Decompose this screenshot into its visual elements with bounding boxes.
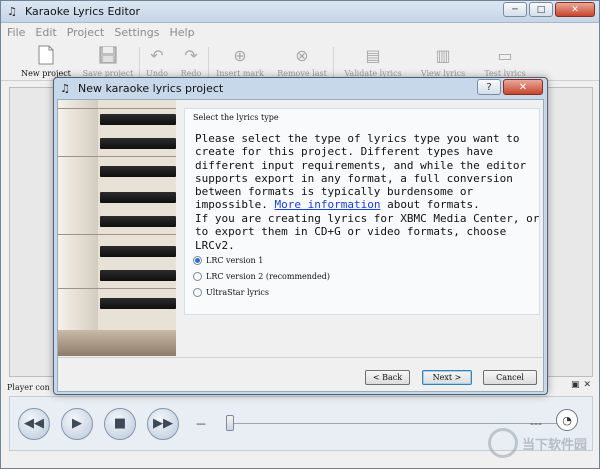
seek-track[interactable]	[226, 423, 566, 424]
rewind-button[interactable]: ◀◀	[18, 407, 50, 440]
menu-file[interactable]: File	[7, 26, 25, 39]
dialog-controls: ? ✕	[477, 79, 543, 95]
option-lrc-v1[interactable]: LRC version 1	[193, 256, 263, 265]
radio-ultrastar[interactable]	[193, 288, 202, 297]
dialog-footer: < Back Next > Cancel	[58, 357, 543, 391]
panel-restore-button[interactable]: ▣	[571, 380, 580, 390]
menubar: File Edit Project Settings Help	[1, 23, 599, 41]
back-button[interactable]: < Back	[365, 370, 410, 385]
close-button[interactable]: ✕	[555, 2, 595, 17]
help-button[interactable]: ?	[477, 79, 501, 95]
music-note-icon: ♫	[7, 5, 17, 18]
dialog-title: New karaoke lyrics project	[78, 81, 224, 95]
stop-icon: ■	[113, 416, 127, 431]
watermark: 当下软件园	[487, 428, 587, 458]
dialog-titlebar: ♫ New karaoke lyrics project ? ✕	[54, 78, 547, 98]
description-paragraph: Please select the type of lyrics type yo…	[195, 132, 540, 212]
seek-thumb[interactable]	[226, 415, 234, 431]
dialog-close-button[interactable]: ✕	[503, 79, 543, 95]
time-start: ---	[196, 417, 206, 430]
menu-settings[interactable]: Settings	[114, 26, 159, 39]
save-project-button[interactable]: Save project	[77, 41, 139, 80]
xbmc-hint-paragraph: If you are creating lyrics for XBMC Medi…	[195, 212, 540, 252]
redo-button[interactable]: ↷ Redo	[174, 41, 208, 80]
option-label: LRC version 2 (recommended)	[206, 272, 331, 281]
new-project-dialog: ♫ New karaoke lyrics project ? ✕ Select …	[53, 77, 548, 395]
menu-help[interactable]: Help	[170, 26, 195, 39]
window-title: Karaoke Lyrics Editor	[25, 5, 141, 18]
play-button[interactable]: ▶	[61, 407, 93, 440]
description-tail: about formats.	[380, 198, 480, 212]
option-ultrastar[interactable]: UltraStar lyrics	[193, 288, 269, 297]
undo-icon: ↶	[150, 45, 164, 65]
floppy-disk-icon	[97, 44, 119, 66]
next-button[interactable]: Next >	[422, 370, 472, 385]
group-title: Select the lyrics type	[193, 113, 279, 122]
play-icon: ▶	[72, 416, 82, 431]
radio-lrc-v1[interactable]	[193, 256, 202, 265]
insert-mark-button[interactable]: ⊕ Insert mark	[209, 41, 271, 80]
monitor-icon: ▭	[497, 45, 513, 65]
radio-lrc-v2[interactable]	[193, 272, 202, 281]
validate-lyrics-button[interactable]: ▤ Validate lyrics	[334, 41, 412, 80]
rewind-icon: ◀◀	[24, 416, 44, 431]
music-note-icon: ♫	[60, 81, 70, 95]
test-lyrics-button[interactable]: ▭ Test lyrics	[474, 41, 536, 80]
fast-forward-button[interactable]: ▶▶	[147, 407, 179, 440]
fast-forward-icon: ▶▶	[153, 416, 173, 431]
new-project-button[interactable]: New project	[15, 41, 77, 80]
toolbar: New project Save project ↶ Undo ↷ Redo ⊕…	[1, 41, 599, 81]
option-lrc-v2[interactable]: LRC version 2 (recommended)	[193, 272, 330, 281]
validate-icon: ▤	[365, 45, 381, 65]
watermark-logo-icon	[487, 428, 518, 458]
redo-icon: ↷	[184, 45, 198, 65]
remove-mark-icon: ⊗	[295, 45, 309, 65]
option-label: UltraStar lyrics	[206, 288, 269, 297]
minimize-button[interactable]: ─	[503, 2, 527, 17]
stop-button[interactable]: ■	[104, 407, 136, 440]
panel-controls: ▣ ✕	[571, 380, 591, 390]
menu-project[interactable]: Project	[67, 26, 105, 39]
lyrics-type-group: Select the lyrics type Please select the…	[184, 108, 540, 315]
view-document-icon: ▥	[435, 45, 451, 65]
seek-bar[interactable]: ---	[196, 415, 566, 431]
new-file-icon	[35, 44, 57, 66]
maximize-button[interactable]: □	[529, 2, 553, 17]
view-lyrics-button[interactable]: ▥ View lyrics	[412, 41, 474, 80]
titlebar: ♫ Karaoke Lyrics Editor ─ □ ✕	[1, 1, 599, 23]
more-information-link[interactable]: More information	[274, 198, 380, 211]
window-controls: ─ □ ✕	[503, 2, 595, 17]
dialog-body: Select the lyrics type Please select the…	[57, 99, 544, 392]
cancel-button[interactable]: Cancel	[483, 370, 537, 385]
remove-last-button[interactable]: ⊗ Remove last	[271, 41, 333, 80]
option-label: LRC version 1	[206, 256, 264, 265]
player-panel-title: Player con	[7, 382, 50, 392]
menu-edit[interactable]: Edit	[35, 26, 56, 39]
panel-close-button[interactable]: ✕	[583, 380, 591, 390]
piano-keys-image	[58, 100, 176, 356]
undo-button[interactable]: ↶ Undo	[140, 41, 174, 80]
watermark-text: 当下软件园	[521, 437, 587, 453]
add-mark-icon: ⊕	[233, 45, 247, 65]
